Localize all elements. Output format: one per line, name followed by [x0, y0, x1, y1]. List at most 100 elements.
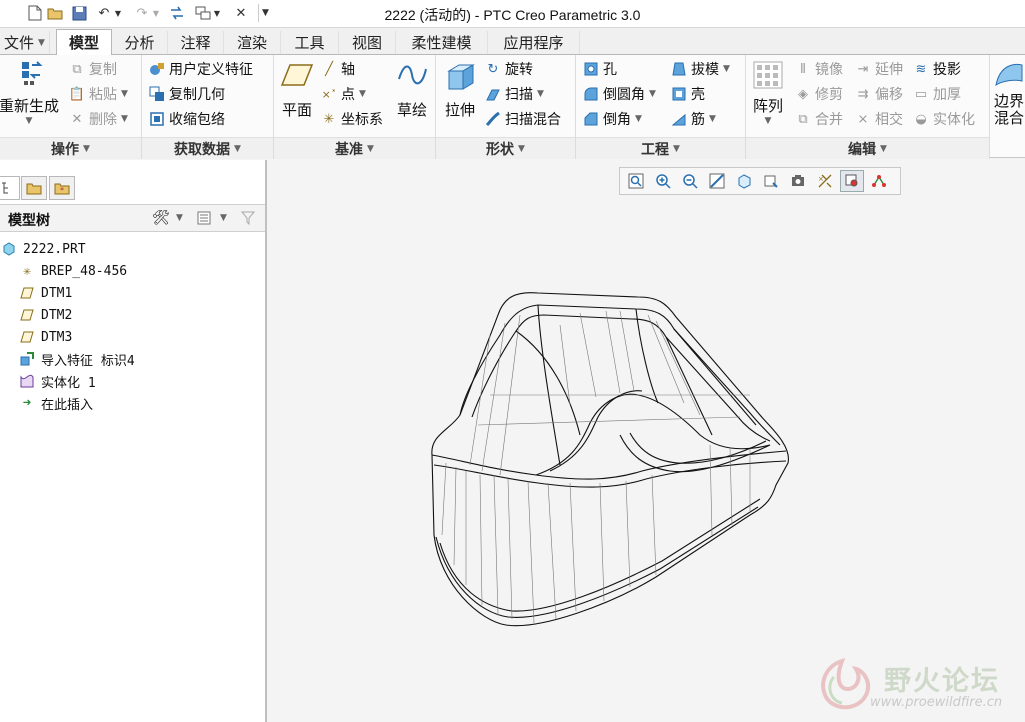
- tab-file[interactable]: 文件 ▼: [0, 31, 50, 54]
- shrinkwrap-icon: [148, 110, 166, 128]
- import-feature-icon: [18, 350, 36, 368]
- csys-icon: ✳: [323, 111, 335, 127]
- group-label-engineering[interactable]: 工程 ▼: [576, 137, 745, 159]
- thicken-button[interactable]: ▭ 加厚: [912, 84, 961, 104]
- tab-tools[interactable]: 工具: [281, 31, 339, 54]
- tree-item-dtm3[interactable]: DTM3: [18, 327, 72, 347]
- shell-button[interactable]: 壳: [670, 84, 705, 104]
- zoom-in-icon[interactable]: [651, 170, 675, 192]
- part-wireframe-model[interactable]: [420, 285, 800, 665]
- tree-item-part[interactable]: 2222.PRT: [0, 239, 86, 259]
- copy-icon: ⧉: [72, 61, 82, 77]
- boundary-blend-button[interactable]: 边界 混合: [994, 61, 1025, 127]
- round-icon: [582, 85, 600, 103]
- spin-center-icon[interactable]: [840, 170, 864, 192]
- axis-button[interactable]: ╱ 轴: [320, 59, 355, 79]
- undo-dropdown-icon[interactable]: ▼: [113, 4, 123, 22]
- tree-item-import-feature[interactable]: 导入特征 标识4: [18, 349, 135, 369]
- folder-browser-tab-icon[interactable]: [21, 176, 47, 200]
- tree-item-solidify[interactable]: 实体化 1: [18, 371, 96, 391]
- trim-button[interactable]: ◈ 修剪: [794, 84, 843, 104]
- chamfer-button[interactable]: 倒角 ▼: [582, 109, 642, 129]
- extend-button[interactable]: ⇥ 延伸: [854, 59, 903, 79]
- udf-button[interactable]: 用户定义特征: [148, 59, 253, 79]
- customize-dropdown-icon[interactable]: ▼: [258, 4, 272, 22]
- tree-item-dtm2[interactable]: DTM2: [18, 305, 72, 325]
- merge-button[interactable]: ⧉ 合并: [794, 109, 843, 129]
- show-dropdown-icon[interactable]: ▼: [220, 213, 227, 223]
- redo-dropdown-icon[interactable]: ▼: [151, 4, 161, 22]
- project-button[interactable]: ≋ 投影: [912, 59, 961, 79]
- tab-analysis[interactable]: 分析: [112, 31, 168, 54]
- tab-model[interactable]: 模型: [56, 29, 112, 55]
- tab-annotate[interactable]: 注释: [168, 31, 224, 54]
- csys-icon: ✳: [23, 263, 31, 279]
- datum-display-icon[interactable]: ×: [813, 170, 837, 192]
- swept-blend-button[interactable]: 扫描混合: [484, 109, 561, 129]
- delete-button[interactable]: ✕ 删除 ▼: [68, 109, 128, 129]
- tree-item-dtm1[interactable]: DTM1: [18, 283, 72, 303]
- tree-item-brep[interactable]: ✳ BREP_48-456: [18, 261, 127, 281]
- repaint-icon[interactable]: [705, 170, 729, 192]
- windows-dropdown-icon[interactable]: ▼: [212, 4, 222, 22]
- rib-button[interactable]: 筋 ▼: [670, 109, 716, 129]
- group-label-editing[interactable]: 编辑 ▼: [746, 137, 989, 159]
- rib-icon: [670, 110, 688, 128]
- save-icon[interactable]: [70, 4, 88, 22]
- tab-applications[interactable]: 应用程序: [488, 31, 580, 54]
- copy-geometry-button[interactable]: 复制几何: [148, 84, 225, 104]
- round-button[interactable]: 倒圆角 ▼: [582, 84, 656, 104]
- offset-button[interactable]: ⇉ 偏移: [854, 84, 903, 104]
- filter-icon[interactable]: [240, 210, 256, 230]
- settings-dropdown-icon[interactable]: ▼: [176, 213, 183, 223]
- draft-button[interactable]: 拔模 ▼: [670, 59, 730, 79]
- regenerate-button[interactable]: 重新生成 ▼: [0, 59, 60, 126]
- zoom-out-icon[interactable]: [678, 170, 702, 192]
- view-manager-icon[interactable]: [786, 170, 810, 192]
- point-button[interactable]: ×˟ 点 ▼: [320, 84, 366, 104]
- annotation-display-icon[interactable]: [867, 170, 891, 192]
- group-get-data: 用户定义特征 复制几何 收缩包络 获取数据 ▼: [142, 55, 274, 159]
- windows-icon[interactable]: [194, 4, 212, 22]
- graphics-toolbar: ×: [619, 167, 901, 195]
- display-style-icon[interactable]: [732, 170, 756, 192]
- revolve-button[interactable]: ↻ 旋转: [484, 59, 533, 79]
- tab-render[interactable]: 渲染: [224, 31, 281, 54]
- hole-button[interactable]: 孔: [582, 59, 617, 79]
- group-surfaces: 边界 混合: [990, 55, 1025, 159]
- mirror-button[interactable]: ⫴ 镜像: [794, 59, 843, 79]
- close-window-icon[interactable]: ✕: [232, 4, 250, 22]
- redo-icon[interactable]: ↷: [133, 4, 151, 22]
- paste-button[interactable]: 📋 粘贴 ▼: [68, 84, 128, 104]
- pattern-button[interactable]: 阵列 ▼: [748, 61, 788, 126]
- undo-icon[interactable]: ↶: [95, 4, 113, 22]
- show-list-icon[interactable]: [196, 210, 212, 230]
- tree-item-insert-here[interactable]: ➜ 在此插入: [18, 393, 93, 413]
- solidify-button[interactable]: ◒ 实体化: [912, 109, 975, 129]
- group-label-shapes[interactable]: 形状 ▼: [436, 137, 575, 159]
- tab-view[interactable]: 视图: [339, 31, 396, 54]
- extrude-button[interactable]: 拉伸: [440, 61, 480, 120]
- tab-flexible-modeling[interactable]: 柔性建模: [396, 31, 488, 54]
- regenerate-icon[interactable]: [168, 4, 186, 22]
- group-label-operations[interactable]: 操作 ▼: [0, 137, 141, 159]
- model-tree-tab-icon[interactable]: [0, 176, 20, 200]
- saved-orientations-icon[interactable]: [759, 170, 783, 192]
- shrinkwrap-button[interactable]: 收缩包络: [148, 109, 225, 129]
- open-folder-icon[interactable]: [46, 4, 64, 22]
- favorites-tab-icon[interactable]: *: [49, 176, 75, 200]
- pattern-grid-icon: [753, 61, 783, 93]
- copy-button[interactable]: ⧉ 复制: [68, 59, 117, 79]
- sketch-button[interactable]: 草绘: [394, 61, 430, 120]
- paste-icon: 📋: [68, 86, 86, 102]
- group-label-get-data[interactable]: 获取数据 ▼: [142, 137, 273, 159]
- intersect-button[interactable]: ⨯ 相交: [854, 109, 903, 129]
- axis-icon: ╱: [325, 61, 333, 77]
- group-label-datum[interactable]: 基准 ▼: [274, 137, 435, 159]
- csys-button[interactable]: ✳ 坐标系: [320, 109, 383, 129]
- refit-icon[interactable]: [624, 170, 648, 192]
- new-file-icon[interactable]: [26, 4, 44, 22]
- sweep-button[interactable]: 扫描 ▼: [484, 84, 544, 104]
- settings-tools-icon[interactable]: 🛠: [152, 210, 170, 226]
- plane-button[interactable]: 平面: [278, 61, 316, 120]
